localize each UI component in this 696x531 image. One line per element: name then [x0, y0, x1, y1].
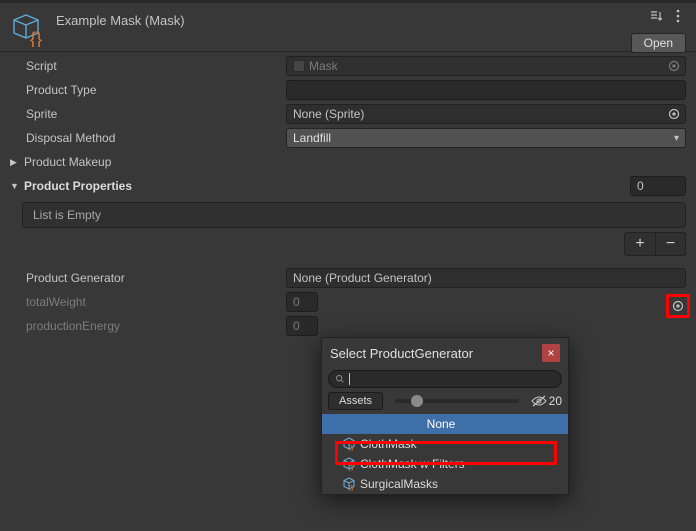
product-properties-footer: + −: [22, 232, 686, 256]
total-weight-row: totalWeight 0: [0, 290, 696, 314]
production-energy-label: productionEnergy: [26, 319, 286, 333]
product-type-label: Product Type: [26, 83, 286, 97]
popup-hidden-count[interactable]: 20: [531, 394, 562, 408]
popup-count-value: 20: [549, 394, 562, 408]
popup-result-list: None {} ClothMask {} ClothMask w Filters…: [322, 414, 568, 494]
total-weight-field: 0: [286, 292, 318, 312]
svg-text:{}: {}: [348, 464, 354, 471]
svg-text:{}: {}: [348, 444, 354, 451]
script-field: Mask: [286, 56, 686, 76]
product-properties-empty: List is Empty: [22, 202, 686, 228]
list-add-remove: + −: [624, 232, 686, 256]
header-actions: [648, 9, 686, 26]
foldout-triangle-icon: ▶: [10, 157, 20, 168]
product-properties-size-field[interactable]: 0: [630, 176, 686, 196]
script-file-icon: [293, 60, 305, 72]
popup-item-label: None: [427, 417, 456, 431]
scriptable-object-icon: {}: [342, 437, 356, 451]
sprite-value: None (Sprite): [293, 107, 364, 121]
product-type-row: Product Type: [0, 78, 696, 102]
sprite-label: Sprite: [26, 107, 286, 121]
eye-slash-icon: [531, 395, 547, 407]
product-properties-foldout[interactable]: ▼ Product Properties 0: [0, 174, 696, 198]
total-weight-label: totalWeight: [26, 295, 286, 309]
popup-title: Select ProductGenerator: [330, 346, 473, 361]
open-button[interactable]: Open: [631, 33, 686, 53]
sprite-row: Sprite None (Sprite): [0, 102, 696, 126]
popup-item-label: ClothMask: [360, 437, 417, 451]
product-makeup-label: Product Makeup: [24, 155, 111, 169]
popup-item-clothmask[interactable]: {} ClothMask: [322, 434, 568, 454]
object-picker-popup: Select ProductGenerator × Assets 20 None…: [321, 337, 569, 495]
disposal-method-field[interactable]: Landfill ▾: [286, 128, 686, 148]
scriptable-object-icon: {}: [342, 477, 356, 491]
list-remove-button[interactable]: −: [655, 233, 685, 255]
script-value: Mask: [309, 59, 338, 73]
popup-toolbar: Assets 20: [322, 392, 568, 414]
product-generator-value: None (Product Generator): [293, 271, 432, 285]
inspector-panel: {} Example Mask (Mask) Open Script Mask: [0, 3, 696, 338]
kebab-menu-icon[interactable]: [670, 9, 686, 26]
properties-list: Script Mask Product Type Sprite None (Sp…: [0, 52, 696, 338]
preset-icon[interactable]: [648, 9, 664, 26]
popup-zoom-slider[interactable]: [395, 399, 519, 403]
production-energy-row: productionEnergy 0: [0, 314, 696, 338]
foldout-triangle-icon: ▼: [10, 181, 20, 191]
product-generator-row: Product Generator None (Product Generato…: [0, 266, 696, 290]
svg-text:{}: {}: [30, 29, 42, 47]
search-icon: [335, 374, 345, 384]
production-energy-value: 0: [293, 319, 300, 333]
component-cube-icon: {}: [10, 11, 46, 47]
sprite-picker-icon[interactable]: [667, 107, 681, 121]
svg-text:{}: {}: [348, 484, 354, 491]
total-weight-value: 0: [293, 295, 300, 309]
list-add-button[interactable]: +: [625, 233, 655, 255]
product-generator-picker-icon[interactable]: [670, 298, 686, 314]
sprite-field[interactable]: None (Sprite): [286, 104, 686, 124]
product-generator-label: Product Generator: [26, 271, 286, 285]
product-properties-size-value: 0: [637, 179, 644, 193]
popup-tab-assets[interactable]: Assets: [328, 392, 383, 410]
script-label: Script: [26, 59, 286, 73]
search-cursor: [349, 373, 350, 385]
disposal-method-value: Landfill: [293, 131, 331, 145]
component-header: {} Example Mask (Mask) Open: [0, 3, 696, 52]
popup-item-label: ClothMask w Filters: [360, 457, 465, 471]
popup-item-label: SurgicalMasks: [360, 477, 438, 491]
popup-title-bar: Select ProductGenerator ×: [322, 338, 568, 368]
product-properties-label: Product Properties: [24, 179, 132, 193]
popup-item-clothmask-filters[interactable]: {} ClothMask w Filters: [322, 454, 568, 474]
disposal-method-row: Disposal Method Landfill ▾: [0, 126, 696, 150]
slider-thumb[interactable]: [411, 395, 423, 407]
popup-item-surgicalmasks[interactable]: {} SurgicalMasks: [322, 474, 568, 494]
script-row: Script Mask: [0, 54, 696, 78]
production-energy-field: 0: [286, 316, 318, 336]
product-makeup-foldout[interactable]: ▶ Product Makeup: [0, 150, 696, 174]
popup-item-none[interactable]: None: [322, 414, 568, 434]
script-picker-icon: [667, 59, 681, 73]
product-generator-field[interactable]: None (Product Generator): [286, 268, 686, 288]
popup-close-button[interactable]: ×: [542, 344, 560, 362]
disposal-method-label: Disposal Method: [26, 131, 286, 145]
chevron-down-icon: ▾: [674, 133, 679, 144]
product-type-field[interactable]: [286, 80, 686, 100]
popup-search-input[interactable]: [328, 370, 562, 388]
component-title: Example Mask (Mask): [56, 13, 185, 28]
scriptable-object-icon: {}: [342, 457, 356, 471]
